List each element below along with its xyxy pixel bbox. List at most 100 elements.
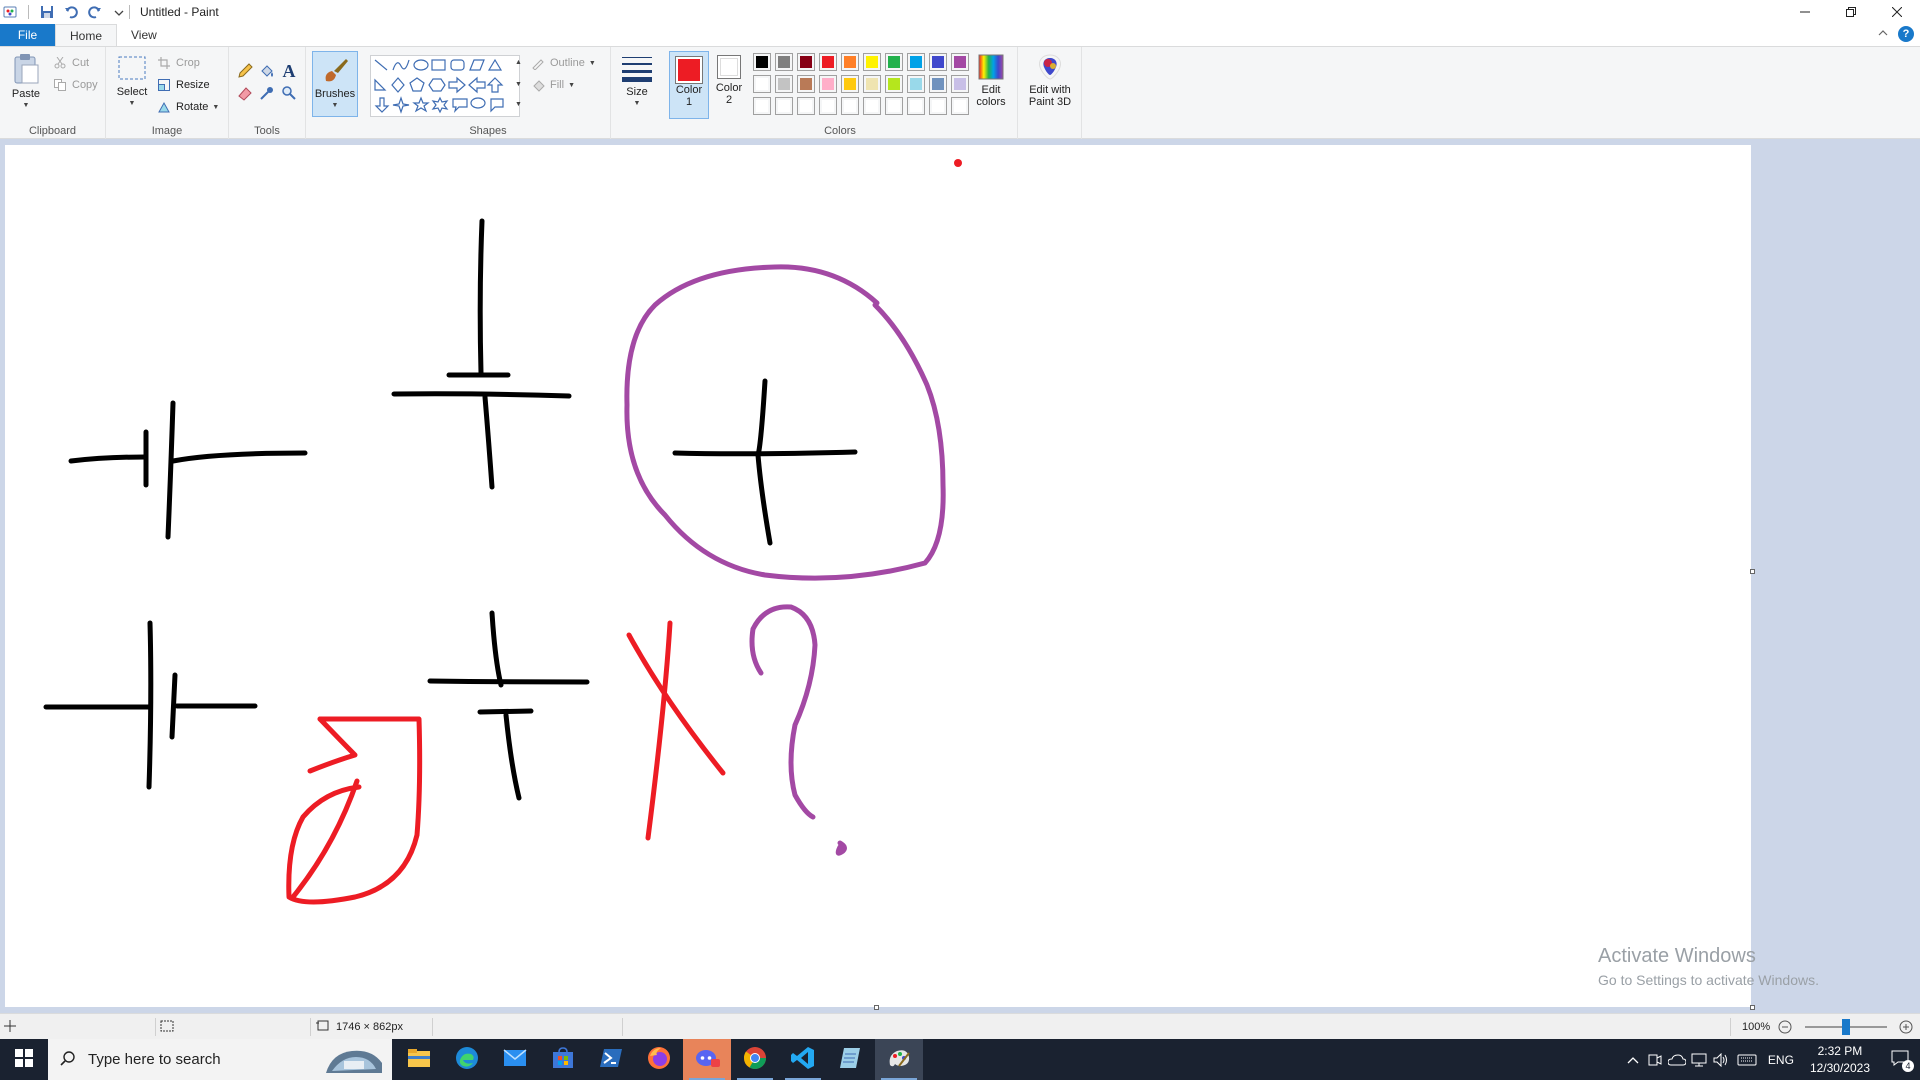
edit-with-paint3d-button[interactable]: Edit with Paint 3D: [1020, 53, 1080, 108]
palette-swatch[interactable]: [885, 75, 903, 93]
magnifier-icon[interactable]: [281, 85, 297, 101]
zoom-out-icon[interactable]: [1778, 1020, 1792, 1037]
palette-swatch[interactable]: [753, 53, 771, 71]
color-picker-icon[interactable]: [259, 85, 275, 101]
outline-button[interactable]: Outline ▼: [530, 55, 596, 71]
shapes-more-icon[interactable]: ▼: [515, 101, 522, 108]
palette-swatch[interactable]: [819, 53, 837, 71]
zoom-in-icon[interactable]: [1899, 1020, 1913, 1037]
palette-swatch[interactable]: [907, 53, 925, 71]
palette-swatch[interactable]: [775, 97, 793, 115]
ribbon-right-controls: ?: [1878, 26, 1914, 42]
taskbar-terminal[interactable]: [587, 1039, 635, 1080]
tab-file[interactable]: File: [0, 24, 55, 46]
palette-swatch[interactable]: [907, 97, 925, 115]
windows-logo-icon: [15, 1049, 33, 1070]
save-icon[interactable]: [39, 4, 55, 20]
taskbar-mail[interactable]: [491, 1039, 539, 1080]
palette-swatch[interactable]: [797, 75, 815, 93]
palette-swatch[interactable]: [841, 75, 859, 93]
zoom-level: 100%: [1742, 1014, 1770, 1040]
eraser-icon[interactable]: [237, 85, 253, 101]
network-icon[interactable]: [1688, 1053, 1710, 1067]
show-hidden-icons-icon[interactable]: [1622, 1056, 1644, 1064]
palette-swatch[interactable]: [951, 75, 969, 93]
taskbar-file-explorer[interactable]: [395, 1039, 443, 1080]
redo-icon[interactable]: [87, 4, 103, 20]
edit-colors-button[interactable]: Edit colors: [971, 53, 1011, 108]
palette-swatch[interactable]: [863, 97, 881, 115]
brushes-button[interactable]: Brushes ▼: [312, 51, 358, 117]
palette-swatch[interactable]: [929, 53, 947, 71]
palette-swatch[interactable]: [863, 75, 881, 93]
shapes-scroll-down-icon[interactable]: ▼: [515, 81, 522, 88]
fill-button[interactable]: Fill ▼: [530, 77, 575, 93]
action-center-button[interactable]: 4: [1880, 1039, 1920, 1080]
close-button[interactable]: [1874, 0, 1920, 24]
palette-swatch[interactable]: [885, 53, 903, 71]
taskbar-chrome[interactable]: [731, 1039, 779, 1080]
palette-swatch[interactable]: [775, 75, 793, 93]
taskbar-discord[interactable]: [683, 1039, 731, 1080]
keyboard-icon[interactable]: [1732, 1054, 1762, 1066]
palette-swatch[interactable]: [819, 97, 837, 115]
minimize-button[interactable]: [1782, 0, 1828, 24]
taskbar-vscode[interactable]: [779, 1039, 827, 1080]
resize-handle-corner[interactable]: [1750, 1005, 1755, 1010]
taskbar-edge[interactable]: [443, 1039, 491, 1080]
palette-swatch[interactable]: [841, 97, 859, 115]
resize-handle-bottom[interactable]: [874, 1005, 879, 1010]
text-tool-icon[interactable]: A: [281, 61, 297, 81]
palette-swatch[interactable]: [907, 75, 925, 93]
undo-icon[interactable]: [63, 4, 79, 20]
taskbar-notepad[interactable]: [827, 1039, 875, 1080]
palette-swatch[interactable]: [797, 53, 815, 71]
palette-swatch[interactable]: [951, 53, 969, 71]
pencil-icon[interactable]: [237, 63, 253, 79]
drawing-canvas[interactable]: [5, 145, 1751, 1007]
collapse-ribbon-icon[interactable]: [1878, 28, 1888, 40]
palette-swatch[interactable]: [951, 97, 969, 115]
palette-swatch[interactable]: [797, 97, 815, 115]
rotate-button[interactable]: Rotate ▼: [156, 99, 219, 115]
palette-swatch[interactable]: [841, 53, 859, 71]
resize-button[interactable]: Resize: [156, 77, 210, 93]
fill-bucket-icon[interactable]: [259, 63, 275, 79]
color2-button[interactable]: Color 2: [711, 51, 747, 106]
shapes-scroll-up-icon[interactable]: ▲: [515, 59, 522, 66]
palette-swatch[interactable]: [753, 75, 771, 93]
palette-swatch[interactable]: [775, 53, 793, 71]
cut-button[interactable]: Cut: [52, 55, 89, 71]
taskbar-store[interactable]: [539, 1039, 587, 1080]
palette-swatch[interactable]: [929, 97, 947, 115]
status-bar: 1746 × 862px 100%: [0, 1013, 1920, 1039]
taskbar-firefox[interactable]: [635, 1039, 683, 1080]
onedrive-icon[interactable]: [1666, 1053, 1688, 1066]
zoom-slider-thumb[interactable]: [1842, 1019, 1850, 1035]
crop-button[interactable]: Crop: [156, 55, 200, 71]
tab-view[interactable]: View: [117, 24, 171, 46]
palette-swatch[interactable]: [863, 53, 881, 71]
meet-now-icon[interactable]: [1644, 1054, 1666, 1066]
palette-swatch[interactable]: [819, 75, 837, 93]
shapes-gallery[interactable]: [370, 55, 520, 117]
restore-button[interactable]: [1828, 0, 1874, 24]
customize-qat-icon[interactable]: [111, 4, 127, 20]
volume-icon[interactable]: [1710, 1052, 1732, 1067]
resize-handle-right[interactable]: [1750, 569, 1755, 574]
color1-button[interactable]: Color 1: [669, 51, 709, 119]
paste-button[interactable]: Paste ▼: [8, 53, 44, 112]
language-indicator[interactable]: ENG: [1762, 1053, 1800, 1067]
copy-button[interactable]: Copy: [52, 77, 98, 93]
help-icon[interactable]: ?: [1898, 26, 1914, 42]
clock[interactable]: 2:32 PM 12/30/2023: [1800, 1043, 1880, 1077]
tab-home[interactable]: Home: [55, 24, 118, 46]
size-button[interactable]: Size ▼: [617, 53, 657, 110]
start-button[interactable]: [0, 1039, 48, 1080]
taskbar-search[interactable]: Type here to search: [48, 1039, 392, 1080]
palette-swatch[interactable]: [885, 97, 903, 115]
palette-swatch[interactable]: [929, 75, 947, 93]
palette-swatch[interactable]: [753, 97, 771, 115]
select-button[interactable]: Select ▼: [114, 53, 150, 110]
taskbar-paint[interactable]: [875, 1039, 923, 1080]
